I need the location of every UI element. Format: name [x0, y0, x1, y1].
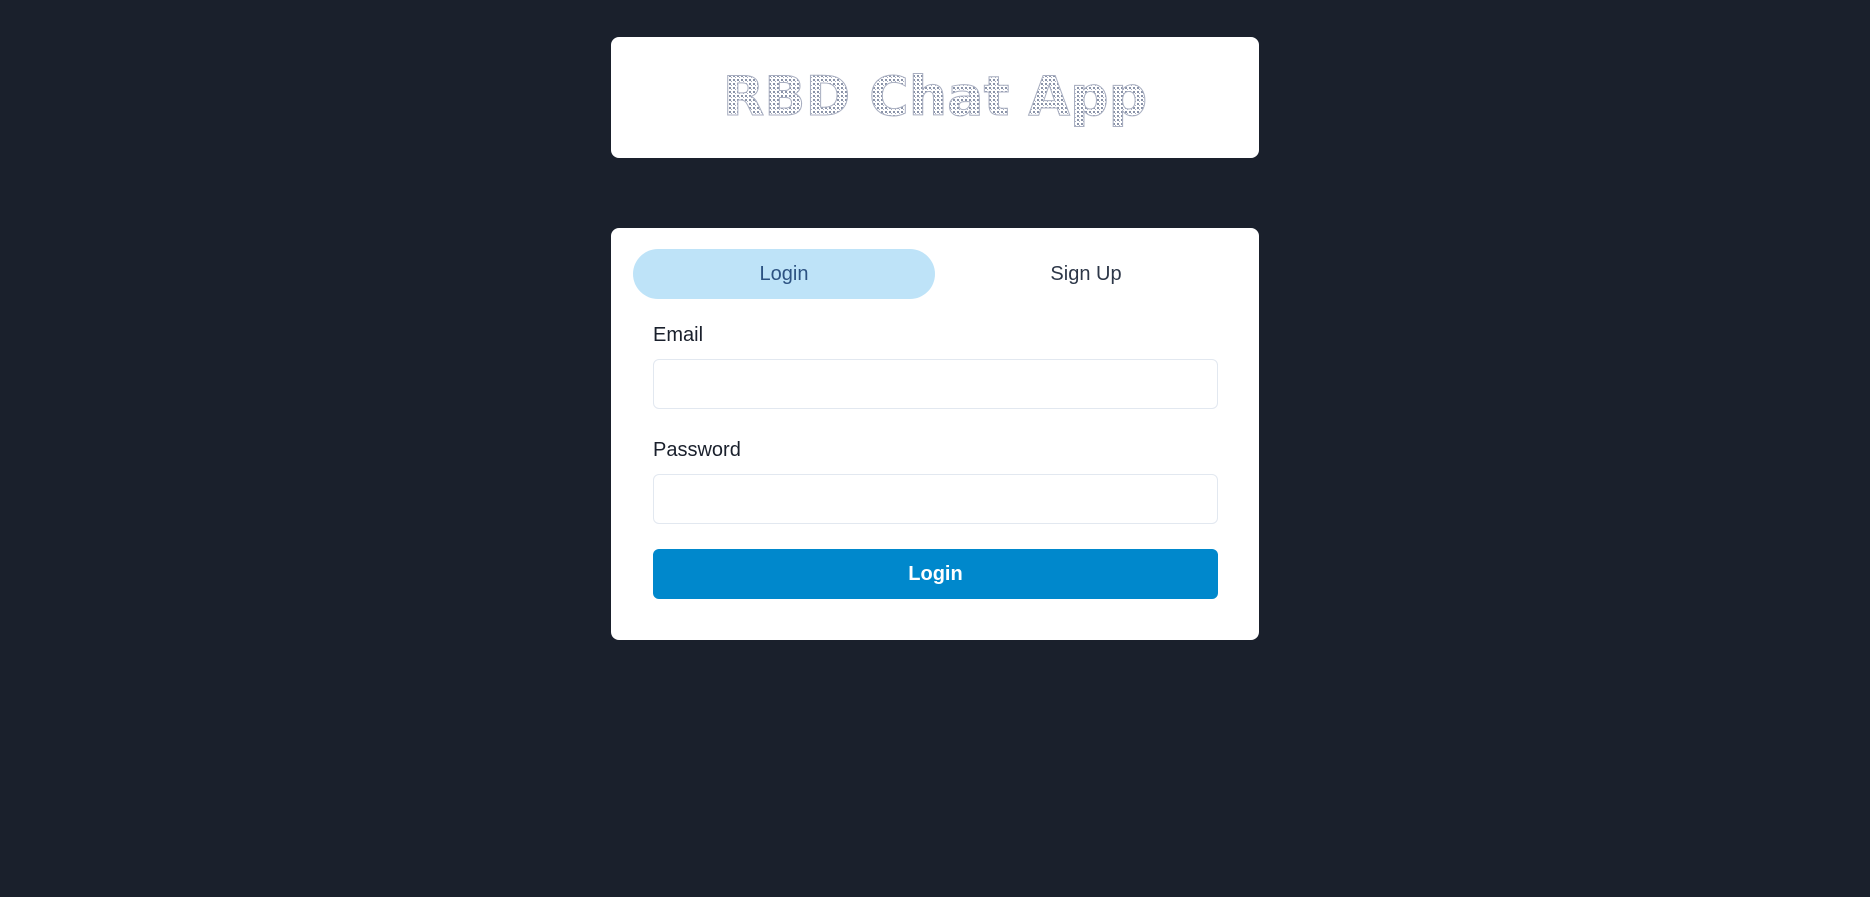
tab-login[interactable]: Login [633, 249, 935, 299]
password-field[interactable] [653, 474, 1218, 524]
app-logo: RBD Chat App [722, 64, 1148, 128]
email-field[interactable] [653, 359, 1218, 409]
auth-card: Login Sign Up Email Password Login [611, 228, 1259, 640]
email-label: Email [653, 324, 704, 346]
login-button[interactable]: Login [653, 549, 1218, 599]
app-logo-text: RBD Chat App [723, 65, 1148, 128]
tab-sign-up[interactable]: Sign Up [935, 249, 1237, 299]
header-card: RBD Chat App [611, 37, 1259, 158]
password-label: Password [653, 439, 741, 461]
auth-tabs: Login Sign Up [633, 249, 1237, 299]
